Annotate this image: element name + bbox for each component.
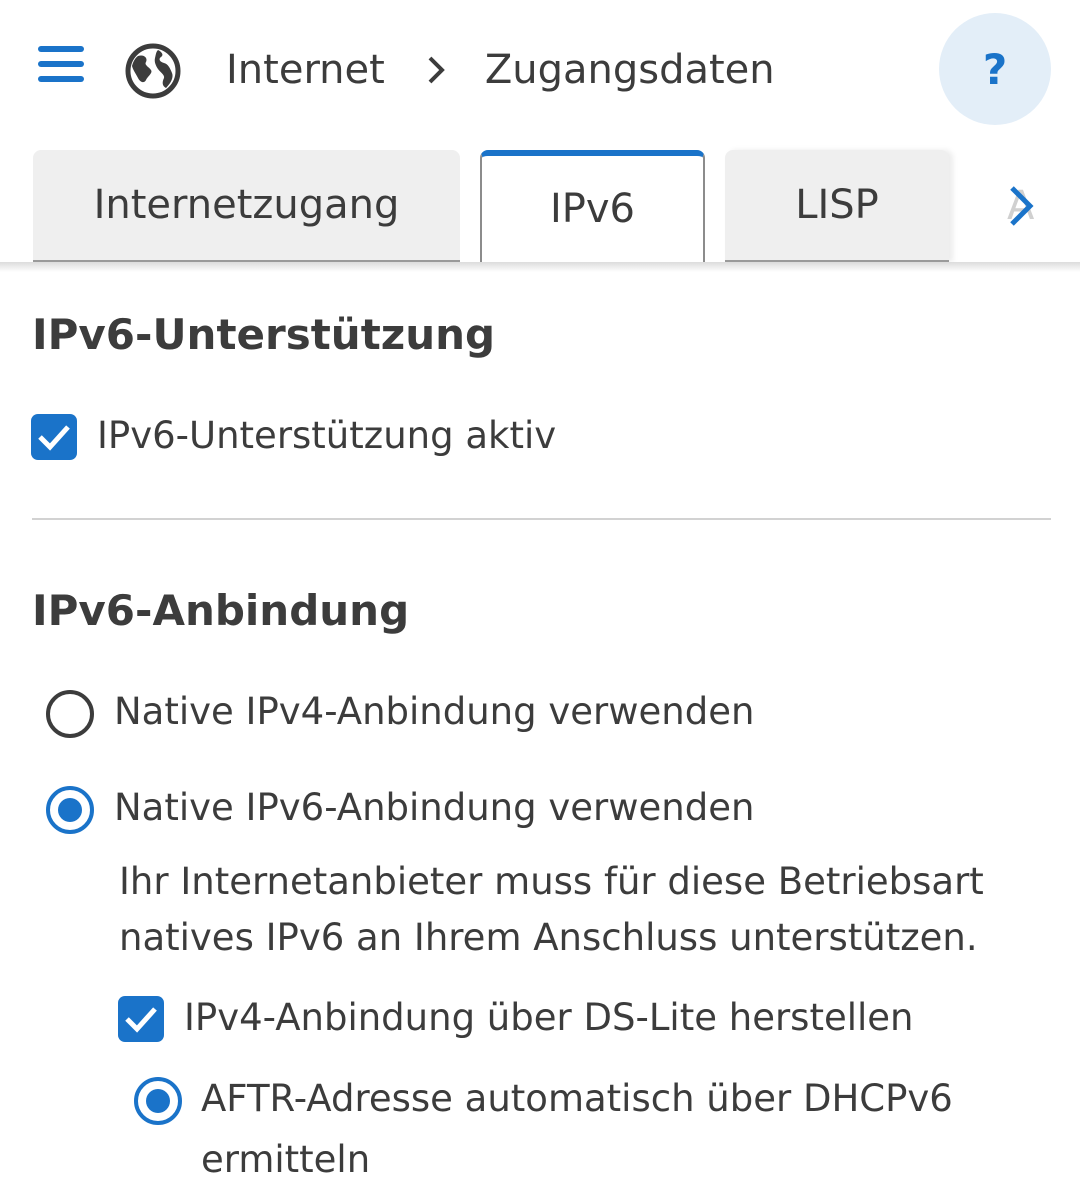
tab-lisp[interactable]: LISP bbox=[725, 150, 949, 262]
divider bbox=[32, 518, 1051, 520]
ipv6-support-label: IPv6-Unterstützung aktiv bbox=[97, 414, 557, 457]
ds-lite-label: IPv4-Anbindung über DS-Lite herstellen bbox=[184, 996, 914, 1039]
native-ipv6-description: Ihr Internetanbieter muss für diese Betr… bbox=[119, 860, 984, 959]
globe-icon bbox=[125, 43, 181, 99]
tab-label: LISP bbox=[795, 182, 879, 228]
tab-bar-shadow bbox=[0, 262, 1080, 272]
ds-lite-checkbox[interactable] bbox=[118, 996, 164, 1042]
checkmark-icon bbox=[125, 1007, 157, 1033]
radio-aftr-label-line1: AFTR-Adresse automatisch über DHCPv6 bbox=[201, 1077, 953, 1120]
chevron-right-icon[interactable] bbox=[1006, 184, 1036, 228]
radio-native-ipv6-label: Native IPv6-Anbindung verwenden bbox=[114, 786, 755, 829]
radio-native-ipv4-label: Native IPv4-Anbindung verwenden bbox=[114, 690, 755, 733]
hamburger-menu-icon[interactable] bbox=[36, 44, 86, 84]
tab-label: Internetzugang bbox=[93, 182, 400, 228]
help-button[interactable]: ? bbox=[939, 13, 1051, 125]
breadcrumb-internet[interactable]: Internet bbox=[226, 47, 385, 93]
breadcrumb: Internet Zugangsdaten bbox=[226, 40, 775, 100]
tab-bar: Internetzugang IPv6 LISP A bbox=[0, 150, 1080, 262]
app-header: Internet Zugangsdaten ? bbox=[0, 0, 1080, 140]
tab-label: IPv6 bbox=[549, 186, 636, 232]
breadcrumb-zugangsdaten: Zugangsdaten bbox=[484, 47, 775, 93]
radio-native-ipv4[interactable] bbox=[46, 690, 94, 738]
tab-ipv6[interactable]: IPv6 bbox=[480, 150, 705, 262]
tab-internetzugang[interactable]: Internetzugang bbox=[33, 150, 460, 262]
section-title-connection: IPv6-Anbindung bbox=[32, 586, 410, 635]
checkmark-icon bbox=[38, 425, 70, 451]
section-title-support: IPv6-Unterstützung bbox=[32, 310, 496, 359]
radio-aftr-label-line2: ermitteln bbox=[201, 1138, 371, 1181]
radio-native-ipv6[interactable] bbox=[46, 786, 94, 834]
radio-aftr-dhcpv6[interactable] bbox=[134, 1077, 182, 1125]
ipv6-support-checkbox[interactable] bbox=[31, 414, 77, 460]
chevron-right-icon bbox=[428, 56, 445, 84]
help-icon: ? bbox=[982, 44, 1008, 94]
